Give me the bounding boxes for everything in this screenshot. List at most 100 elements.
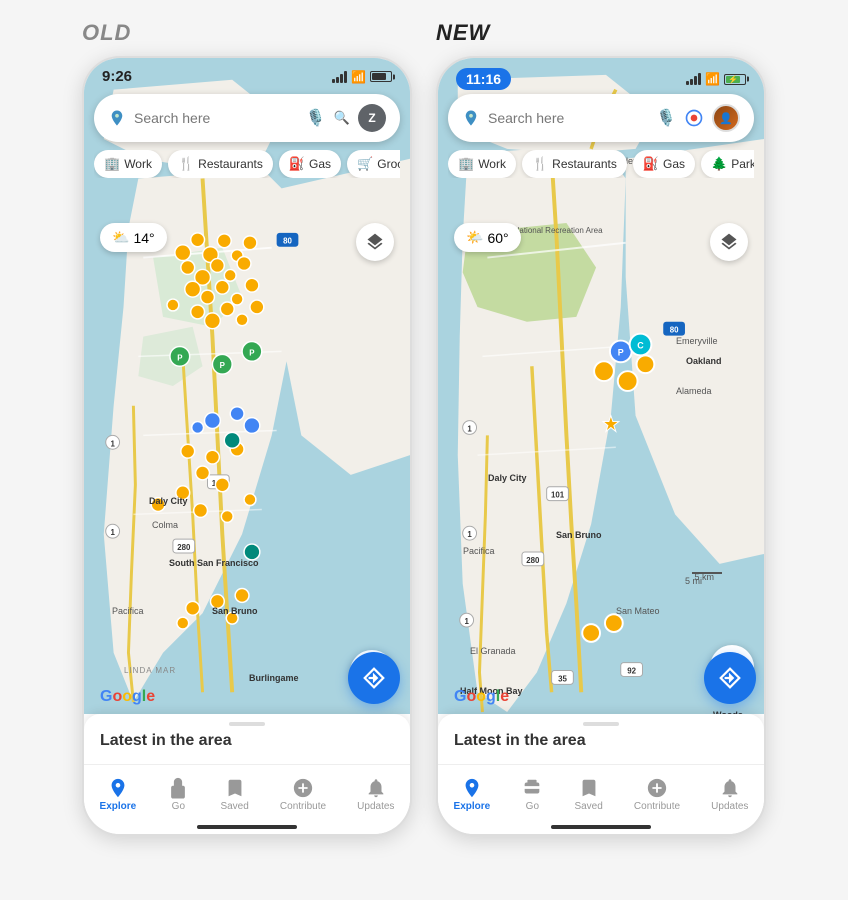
chip-work[interactable]: 🏢 Work	[94, 150, 162, 178]
svg-text:P: P	[249, 348, 254, 357]
new-column: NEW	[436, 20, 766, 836]
old-temperature: 14°	[133, 230, 154, 246]
label-colma: Colma	[152, 520, 178, 530]
old-nav-saved[interactable]: Saved	[220, 777, 248, 812]
new-chip-gas[interactable]: ⛽ Gas	[633, 150, 695, 178]
svg-text:80: 80	[670, 326, 679, 335]
old-google-logo: Google	[100, 688, 155, 706]
contribute-nav-icon	[292, 777, 314, 799]
saved-nav-icon	[224, 777, 246, 799]
label-sanbruno-new: San Bruno	[556, 530, 602, 540]
label-southsf: South San Francisco	[169, 558, 259, 568]
svg-text:P: P	[177, 353, 182, 362]
old-nav-updates[interactable]: Updates	[357, 777, 394, 812]
old-search-bar[interactable]: Search here 🎙️ 🔍 Z	[94, 94, 400, 142]
new-go-nav-icon	[521, 777, 543, 799]
new-weather-sun-icon: 🌤️	[466, 229, 483, 246]
old-status-time: 9:26	[102, 68, 132, 85]
work-icon: 🏢	[104, 156, 120, 172]
old-layers-button[interactable]	[356, 223, 394, 261]
old-bottom-sheet: Latest in the area Explore Go	[84, 714, 410, 834]
svg-text:P: P	[220, 361, 225, 370]
old-search-text[interactable]: Search here	[134, 110, 298, 126]
new-google-lens-icon[interactable]	[684, 108, 704, 128]
new-directions-fab[interactable]	[704, 652, 756, 704]
new-search-icons: 🎙️ 👤	[656, 104, 740, 132]
svg-text:1: 1	[110, 528, 115, 537]
chip-restaurants[interactable]: 🍴 Restaurants	[168, 150, 273, 178]
new-nav-explore[interactable]: Explore	[454, 777, 491, 812]
svg-text:35: 35	[558, 674, 567, 683]
new-chip-parks[interactable]: 🌲 Parks	[701, 150, 754, 178]
new-saved-nav-icon	[578, 777, 600, 799]
new-chip-work-label: Work	[478, 157, 506, 171]
new-google-logo: Google	[454, 688, 509, 706]
label-dalycity-old: Daly City	[149, 496, 188, 506]
new-nav-saved-label: Saved	[574, 801, 602, 812]
chip-restaurants-label: Restaurants	[198, 157, 263, 171]
new-gas-icon: ⛽	[643, 156, 659, 172]
label-dalycity-new: Daly City	[488, 473, 527, 483]
directions-icon	[361, 665, 387, 691]
layers-icon	[365, 232, 385, 252]
old-directions-fab[interactable]	[348, 652, 400, 704]
new-user-avatar[interactable]: 👤	[712, 104, 740, 132]
label-emeryville: Emeryville	[676, 336, 718, 346]
new-directions-icon	[717, 665, 743, 691]
old-nav-contribute[interactable]: Contribute	[280, 777, 326, 812]
new-nav-contribute-label: Contribute	[634, 801, 680, 812]
new-explore-nav-icon	[461, 777, 483, 799]
chip-work-label: Work	[124, 157, 152, 171]
new-updates-nav-icon	[719, 777, 741, 799]
new-nav-saved[interactable]: Saved	[574, 777, 602, 812]
comparison-container: OLD	[20, 20, 828, 836]
maps-pin-icon	[108, 109, 126, 127]
label-sanmateo: San Mateo	[616, 606, 660, 616]
mic-icon[interactable]: 🎙️	[306, 108, 326, 128]
go-nav-icon	[167, 777, 189, 799]
svg-text:80: 80	[283, 237, 292, 246]
wifi-icon: 📶	[351, 70, 366, 84]
lens-icon[interactable]: 🔍	[334, 110, 350, 126]
signal-bars	[332, 71, 347, 83]
new-layers-button[interactable]	[710, 223, 748, 261]
new-wifi-icon: 📶	[705, 72, 720, 86]
new-search-bar[interactable]: Search here 🎙️ 👤	[448, 94, 754, 142]
new-nav-contribute[interactable]: Contribute	[634, 777, 680, 812]
old-nav-saved-label: Saved	[220, 801, 248, 812]
new-nav-updates-label: Updates	[711, 801, 748, 812]
new-chip-parks-label: Parks	[731, 157, 754, 171]
old-phone-frame: 280 101 1 1 80	[82, 56, 412, 836]
user-avatar[interactable]: Z	[358, 104, 386, 132]
new-nav-updates[interactable]: Updates	[711, 777, 748, 812]
new-nav-go[interactable]: Go	[521, 777, 543, 812]
old-nav-explore[interactable]: Explore	[100, 777, 137, 812]
new-chip-restaurants[interactable]: 🍴 Restaurants	[522, 150, 627, 178]
old-search-area[interactable]: Search here 🎙️ 🔍 Z 🏢 Work 🍴 Restaurants	[94, 94, 400, 178]
new-search-text[interactable]: Search here	[488, 110, 648, 126]
new-chip-work[interactable]: 🏢 Work	[448, 150, 516, 178]
new-work-icon: 🏢	[458, 156, 474, 172]
new-restaurants-icon: 🍴	[532, 156, 548, 172]
new-status-bar: 11:16 📶 ⚡	[438, 58, 764, 96]
old-chips-row: 🏢 Work 🍴 Restaurants ⛽ Gas 🛒 Groceries	[94, 150, 400, 178]
old-nav-go[interactable]: Go	[167, 777, 189, 812]
new-search-area[interactable]: Search here 🎙️ 👤 🏢 Work	[448, 94, 754, 178]
svg-text:280: 280	[177, 543, 191, 552]
groceries-icon: 🛒	[357, 156, 373, 172]
scale-bar	[692, 572, 722, 574]
label-sanbruno-old: San Bruno	[212, 606, 258, 616]
old-weather-badge: ⛅ 14°	[100, 223, 167, 252]
new-bottom-sheet: Latest in the area Explore Go	[438, 714, 764, 834]
new-sheet-title: Latest in the area	[438, 732, 764, 756]
chip-groceries[interactable]: 🛒 Groceries	[347, 150, 400, 178]
new-mic-icon[interactable]: 🎙️	[656, 108, 676, 128]
chip-gas[interactable]: ⛽ Gas	[279, 150, 341, 178]
new-battery-icon: ⚡	[724, 74, 746, 85]
explore-nav-icon	[107, 777, 129, 799]
new-status-icons: 📶 ⚡	[686, 72, 746, 86]
svg-text:1: 1	[110, 439, 115, 448]
svg-text:P: P	[618, 347, 624, 357]
svg-text:280: 280	[526, 556, 540, 565]
old-sheet-title: Latest in the area	[84, 732, 410, 756]
